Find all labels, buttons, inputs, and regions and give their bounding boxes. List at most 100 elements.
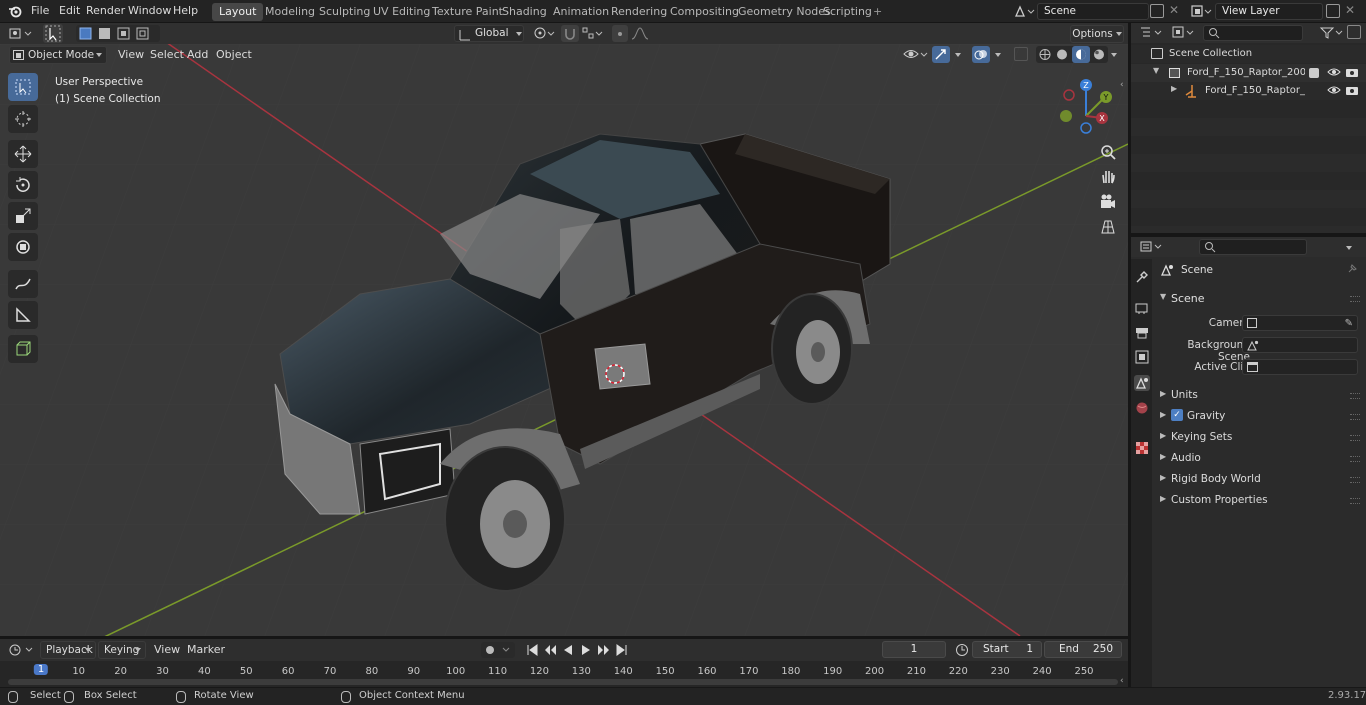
menu-file[interactable]: File	[31, 4, 49, 17]
menu-window[interactable]: Window	[128, 4, 171, 17]
camera-field[interactable]: ✎	[1242, 315, 1358, 331]
gravity-checkbox[interactable]: ✓	[1171, 409, 1183, 421]
tab-shading[interactable]: Shading	[495, 3, 554, 21]
shading-mode-group[interactable]	[1036, 46, 1108, 63]
close-scene-icon[interactable]: ✕	[1169, 3, 1179, 17]
display-mode-icon[interactable]	[1171, 25, 1197, 41]
menu-view[interactable]: View	[154, 643, 180, 656]
move-tool[interactable]	[8, 140, 38, 168]
gizmo-neg-y-axis-icon[interactable]	[1060, 110, 1072, 122]
blender-logo-icon[interactable]	[8, 4, 22, 18]
playback-menu[interactable]: Playback	[40, 641, 96, 659]
gizmo-options-chevron-icon[interactable]	[952, 48, 964, 62]
snap-toggle-icon[interactable]	[561, 25, 579, 42]
outliner-search-input[interactable]	[1203, 25, 1303, 41]
camera-render-icon[interactable]	[1345, 84, 1359, 96]
options-dropdown[interactable]: Options	[1070, 25, 1124, 43]
new-scene-icon[interactable]	[1150, 4, 1164, 18]
transform-orientation-dropdown[interactable]: Global	[454, 25, 524, 42]
menu-edit[interactable]: Edit	[59, 4, 80, 17]
menu-select[interactable]: Select	[150, 48, 184, 61]
properties-search-input[interactable]	[1199, 239, 1307, 255]
play-reverse-icon[interactable]	[560, 642, 576, 658]
menu-add[interactable]: Add	[187, 48, 208, 61]
camera-view-icon[interactable]	[1097, 191, 1119, 213]
snap-target-icon[interactable]	[581, 25, 605, 42]
pan-view-icon[interactable]	[1097, 166, 1119, 188]
editor-type-icon[interactable]	[1139, 239, 1165, 255]
drag-handle-icon[interactable]	[1350, 498, 1360, 504]
tab-layout[interactable]: Layout	[212, 3, 264, 21]
tool-tab-icon[interactable]	[1134, 269, 1150, 285]
measure-tool[interactable]	[8, 301, 38, 329]
outliner-row-scene-collection[interactable]: Scene Collection	[1131, 45, 1366, 63]
view-layer-selector-icon[interactable]	[1190, 4, 1212, 19]
add-workspace-button[interactable]: +	[866, 3, 889, 21]
jump-to-start-icon[interactable]	[524, 642, 540, 658]
xray-toggle-icon[interactable]	[1014, 47, 1028, 61]
overlays-toggle-icon[interactable]	[972, 46, 990, 63]
view-layer-field[interactable]: View Layer	[1215, 3, 1323, 20]
properties-options-chevron-icon[interactable]	[1343, 241, 1357, 253]
include-checkbox-icon[interactable]	[1309, 68, 1319, 78]
gizmo-neg-z-axis-icon[interactable]	[1080, 122, 1092, 134]
timeline-scrollbar[interactable]	[8, 679, 1118, 685]
select-tool-mode-icon[interactable]	[43, 24, 63, 43]
scene-selector-icon[interactable]	[1013, 4, 1035, 19]
expand-arrow-icon[interactable]: ▼	[1153, 66, 1159, 75]
close-view-layer-icon[interactable]: ✕	[1345, 3, 1355, 17]
overlays-options-chevron-icon[interactable]	[992, 48, 1004, 62]
gravity-section[interactable]: ▶ ✓ Gravity	[1153, 407, 1366, 427]
select-box-tool[interactable]	[8, 73, 38, 101]
zoom-view-icon[interactable]	[1097, 141, 1119, 163]
world-tab-icon[interactable]	[1134, 400, 1150, 416]
jump-to-prev-keyframe-icon[interactable]	[542, 642, 558, 658]
proportional-editing-icon[interactable]	[612, 25, 628, 42]
audio-section[interactable]: ▶ Audio	[1153, 449, 1366, 469]
auto-keying-toggle[interactable]	[481, 642, 515, 658]
camera-render-icon[interactable]	[1345, 66, 1359, 78]
timeline-scrubber[interactable]: 1 10 20 30 40 50 60 70 80 90 100 110 120 130 140 150 160…	[0, 661, 1128, 687]
menu-help[interactable]: Help	[173, 4, 198, 17]
new-view-layer-icon[interactable]	[1326, 4, 1340, 18]
scene-name-field[interactable]: Scene	[1037, 3, 1149, 20]
rotate-tool[interactable]	[8, 171, 38, 199]
selection-mode-group[interactable]	[76, 25, 160, 42]
end-frame-field[interactable]: End 250	[1044, 641, 1122, 658]
menu-object[interactable]: Object	[216, 48, 252, 61]
gizmo-toggle-icon[interactable]	[932, 46, 950, 63]
eyedropper-icon[interactable]: ✎	[1345, 316, 1353, 331]
keying-sets-section[interactable]: ▶ Keying Sets	[1153, 428, 1366, 448]
editor-type-icon[interactable]	[8, 642, 36, 658]
sidebar-toggle-icon[interactable]: ‹	[1120, 80, 1124, 90]
outliner-row-object[interactable]: ▶ Ford_F_150_Raptor_2017	[1131, 82, 1366, 100]
object-mode-dropdown[interactable]: Object Mode	[9, 46, 107, 64]
scene-tab-icon[interactable]	[1134, 375, 1150, 391]
pin-icon[interactable]	[1346, 263, 1358, 275]
scale-tool[interactable]	[8, 202, 38, 230]
jump-to-next-keyframe-icon[interactable]	[596, 642, 612, 658]
annotate-tool[interactable]	[8, 270, 38, 298]
expand-arrow-icon[interactable]: ▶	[1171, 84, 1177, 93]
drag-handle-icon[interactable]	[1350, 296, 1360, 302]
add-cube-tool[interactable]	[8, 335, 38, 363]
3d-viewport[interactable]: User Perspective (1) Scene Collection Z	[0, 44, 1128, 636]
background-scene-field[interactable]	[1242, 337, 1358, 353]
play-icon[interactable]	[578, 642, 594, 658]
keying-menu[interactable]: Keying	[98, 641, 146, 659]
pivot-point-icon[interactable]	[532, 25, 556, 42]
perspective-toggle-icon[interactable]	[1097, 216, 1119, 238]
filter-icon[interactable]	[1319, 25, 1345, 41]
visibility-selectability-icon[interactable]	[902, 46, 928, 63]
drag-handle-icon[interactable]	[1350, 393, 1360, 399]
menu-marker[interactable]: Marker	[187, 643, 225, 656]
editor-type-icon[interactable]	[1139, 25, 1165, 41]
drag-handle-icon[interactable]	[1350, 456, 1360, 462]
eye-icon[interactable]	[1327, 84, 1341, 96]
drag-handle-icon[interactable]	[1350, 477, 1360, 483]
proportional-falloff-icon[interactable]	[630, 25, 652, 42]
drag-handle-icon[interactable]	[1350, 414, 1360, 420]
menu-render[interactable]: Render	[86, 4, 125, 17]
start-frame-field[interactable]: Start 1	[972, 641, 1042, 658]
transform-tool[interactable]	[8, 233, 38, 261]
